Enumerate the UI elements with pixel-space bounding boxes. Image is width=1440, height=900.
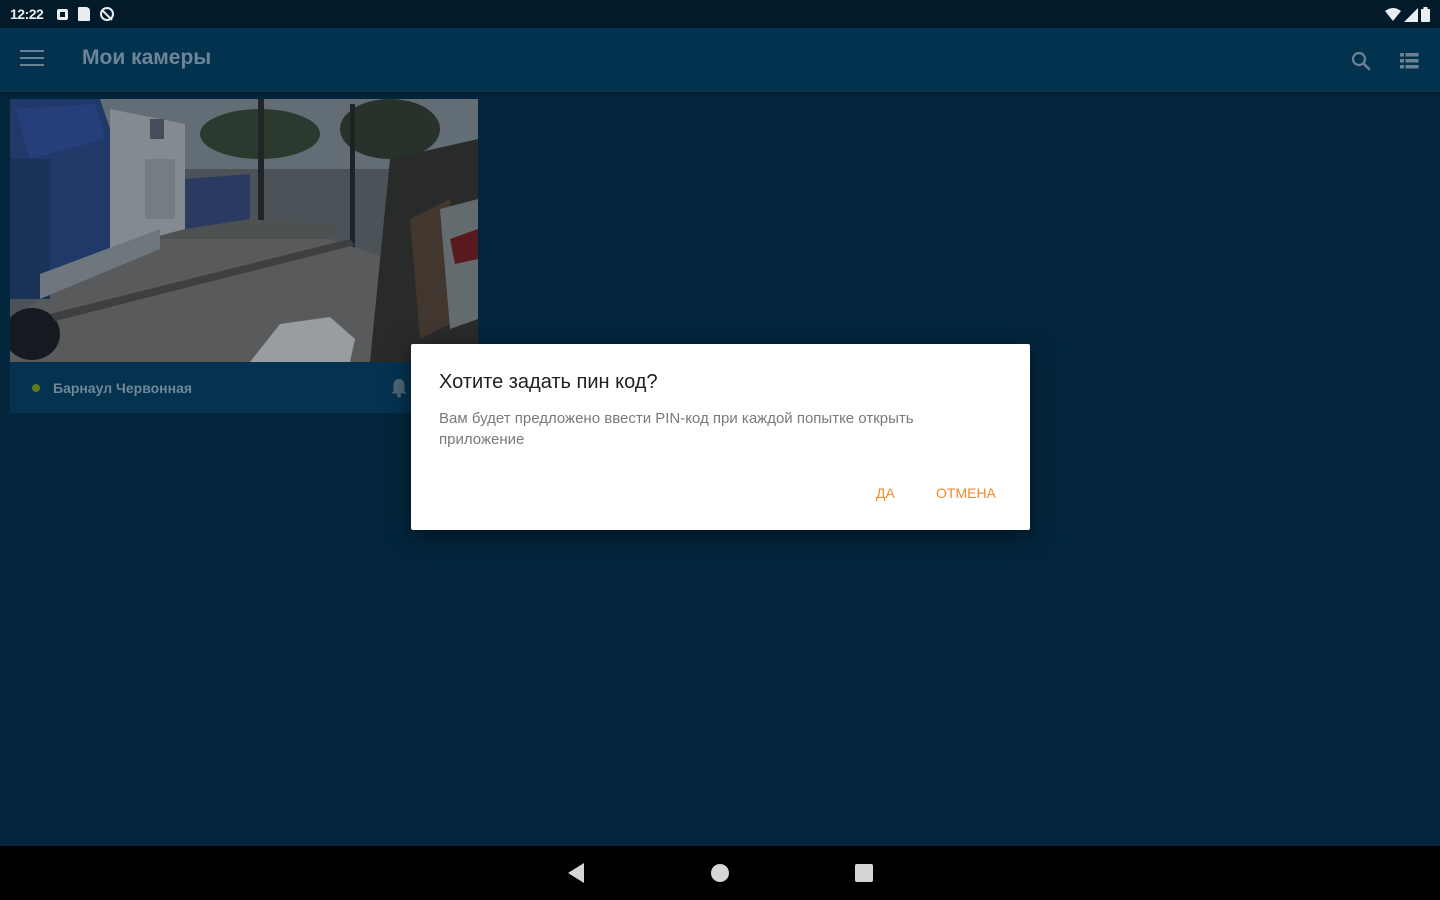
camera-footer: Барнаул Червонная [10, 362, 478, 413]
status-bar: 12:22 [0, 0, 1440, 28]
back-icon[interactable] [566, 862, 586, 884]
app-bar: Мои камеры [0, 28, 1440, 92]
camera-name: Барнаул Червонная [53, 380, 193, 396]
page-title: Мои камеры [82, 46, 212, 69]
navigation-bar [0, 846, 1440, 900]
screen: 12:22 Мои камеры Барнаул Червонная Хотит… [0, 0, 1440, 900]
sd-card-icon [78, 7, 91, 21]
wifi-icon [1385, 7, 1401, 21]
online-status-dot [32, 384, 40, 392]
search-icon[interactable] [1350, 50, 1372, 72]
camera-card[interactable]: Барнаул Червонная [10, 99, 478, 413]
camera-preview-image[interactable] [10, 99, 478, 362]
camera-snapshot [10, 99, 478, 362]
status-icons-right [1385, 7, 1430, 22]
dialog-message: Вам будет предложено ввести PIN-код при … [439, 410, 914, 448]
yes-button[interactable]: ДА [876, 485, 895, 501]
hamburger-menu-icon[interactable] [20, 50, 44, 70]
status-time: 12:22 [10, 6, 44, 22]
notification-icon [57, 8, 69, 20]
home-icon[interactable] [711, 864, 729, 882]
recents-icon[interactable] [855, 864, 873, 882]
cancel-button[interactable]: ОТМЕНА [936, 485, 996, 501]
status-icons-left [57, 7, 115, 21]
signal-icon [1404, 7, 1418, 22]
dialog-title: Хотите задать пин код? [439, 371, 658, 393]
list-view-icon[interactable] [1398, 50, 1420, 72]
vpn-icon [100, 7, 115, 21]
bell-icon[interactable] [390, 378, 408, 398]
battery-icon [1421, 7, 1430, 22]
pin-code-dialog: Хотите задать пин код? Вам будет предлож… [411, 344, 1030, 530]
